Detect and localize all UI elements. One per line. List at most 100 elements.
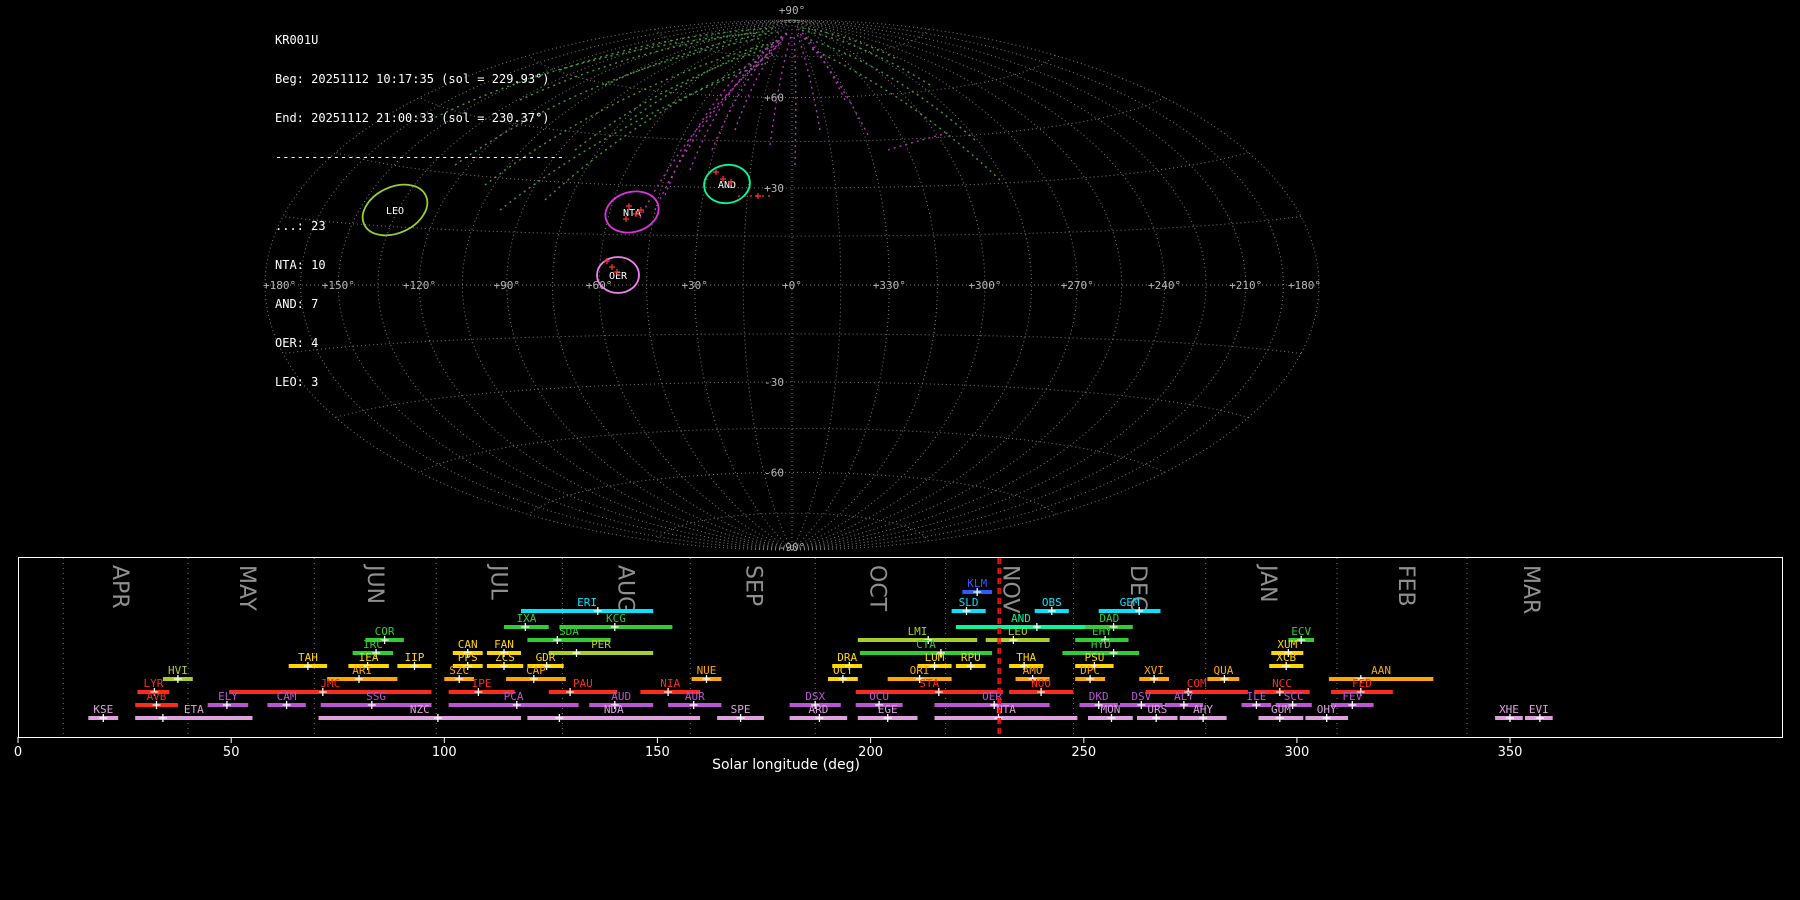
activity-timeline: APR MAY JUN JUL AUG SEP OCT NOV DEC JAN FEB MARKLME… — [14, 557, 1783, 773]
x-tick-label: 150 — [645, 745, 670, 760]
shower-bar-label: ERI — [577, 596, 597, 609]
info-panel: KR001U Beg: 20251112 10:17:35 (sol = 229… — [275, 8, 564, 441]
shower-bar-label: SLD — [959, 596, 979, 609]
shower-bar-label: PCA — [504, 690, 524, 703]
count-leo: LEO: 3 — [275, 375, 319, 389]
count-nta: NTA: 10 — [275, 258, 326, 272]
meteor-trail — [799, 29, 931, 86]
count-sporadic: ...: 23 — [275, 219, 326, 233]
shower-counts: ...: 23 NTA: 10 AND: 7 OER: 4 LEO: 3 — [275, 194, 564, 415]
shower-bar-label: DAD — [1099, 612, 1119, 625]
x-tick-label: 350 — [1498, 745, 1523, 760]
shower-bar-label: CTA — [916, 638, 936, 651]
shower-bar-label: ZCS — [495, 651, 515, 664]
lat-tick-label: -30 — [764, 376, 784, 389]
shower-bar-label: NDA — [604, 703, 624, 716]
shower-bar-label: LMI — [908, 625, 928, 638]
shower-bar-label: URS — [1147, 703, 1167, 716]
month-label: FEB — [1393, 565, 1418, 607]
shower-bar-label: ARI — [352, 664, 372, 677]
lat-tick-label: +30 — [764, 182, 784, 195]
lon-tick-label: +240° — [1148, 279, 1181, 292]
shower-bar-label: XUM — [1277, 638, 1297, 651]
shower-bar-label: SDA — [559, 625, 579, 638]
shower-label-oer: OER — [609, 271, 628, 282]
shower-bar-label: ELY — [218, 690, 238, 703]
month-label: OCT — [864, 565, 889, 612]
shower-bar-label: SCC — [1284, 690, 1304, 703]
shower-bar-label: EHY — [1092, 625, 1112, 638]
shower-bar-label: IEA — [359, 651, 379, 664]
lat-tick-label: -60 — [764, 466, 784, 479]
shower-bar-label: XHE — [1499, 703, 1519, 716]
x-tick-label: 100 — [432, 745, 457, 760]
lat-tick-label: +60 — [764, 92, 784, 105]
peak-marker — [555, 714, 564, 722]
shower-bar-label: LYR — [143, 677, 163, 690]
shower-bar-label: SSG — [366, 690, 386, 703]
peak-marker — [1109, 649, 1118, 657]
x-tick-label: 200 — [858, 745, 883, 760]
shower-bar-label: FED — [1352, 677, 1372, 690]
shower-bar-label: GEM — [1120, 596, 1140, 609]
month-label: NOV — [997, 565, 1022, 613]
sky-grid-meridian — [791, 19, 1284, 551]
lon-tick-label: +210° — [1229, 279, 1262, 292]
station-id: KR001U — [275, 33, 319, 47]
month-label: APR — [107, 565, 132, 609]
meteor-trail — [809, 47, 1001, 181]
lat-tick-label: +90° — [779, 4, 806, 17]
sky-map: +180° +150° +120° +90° +60° +30° +0° +330° +300°… — [263, 4, 1321, 554]
x-tick-label: 0 — [14, 745, 22, 760]
shower-bar-label: PAU — [573, 677, 593, 690]
lon-tick-label: +330° — [873, 279, 906, 292]
shower-bar-label: GUM — [1271, 703, 1291, 716]
x-tick-label: 300 — [1284, 745, 1309, 760]
month-label: MAR — [1518, 565, 1543, 614]
shower-bar-label: PER — [591, 638, 611, 651]
shower-bar-label: MON — [1100, 703, 1120, 716]
meteor-mark — [755, 193, 761, 199]
count-oer: OER: 4 — [275, 336, 319, 350]
shower-bar-label: ETA — [184, 703, 204, 716]
meteor-trail — [769, 32, 793, 146]
shower-bar-label: LEO — [1008, 625, 1028, 638]
obs-end: End: 20251112 21:00:33 (sol = 230.37°) — [275, 111, 550, 125]
lat-tick-label: -90° — [779, 541, 806, 554]
shower-bar-label: STA — [919, 677, 939, 690]
x-tick-label: 50 — [223, 745, 240, 760]
meteor-mark — [609, 264, 615, 270]
shower-bar-label: EVI — [1529, 703, 1549, 716]
shower-bar-label: KCG — [606, 612, 626, 625]
shower-bar-label: NIA — [660, 677, 680, 690]
lon-tick-label: +300° — [968, 279, 1001, 292]
month-label: MAY — [234, 565, 259, 611]
meteor-trail — [793, 33, 797, 166]
shower-bar-label: GDR — [536, 651, 556, 664]
meteor-trail — [629, 39, 783, 121]
meteor-trail — [734, 30, 791, 131]
month-label: JAN — [1255, 563, 1280, 603]
obs-begin: Beg: 20251112 10:17:35 (sol = 229.93°) — [275, 72, 550, 86]
meteor-trail — [664, 35, 784, 196]
shower-bar-label: NZC — [410, 703, 430, 716]
shower-bar-label: QUA — [1213, 664, 1233, 677]
month-label: SEP — [740, 565, 765, 606]
shower-bar-label: AND — [1011, 612, 1031, 625]
meteor-trail — [887, 131, 953, 151]
lon-tick-label: +180° — [1288, 279, 1321, 292]
shower-bar-label: IPE — [472, 677, 492, 690]
shower-bar-label: ARD — [808, 703, 828, 716]
shower-bar-label: AAN — [1371, 664, 1391, 677]
peak-marker — [1032, 623, 1041, 631]
meteor-trail — [544, 54, 774, 201]
count-and: AND: 7 — [275, 297, 319, 311]
lon-tick-label: +30° — [681, 279, 708, 292]
peak-marker — [158, 714, 167, 722]
lon-tick-label: +0° — [782, 279, 802, 292]
shower-bar-label: IXA — [516, 612, 536, 625]
month-label: AUG — [613, 565, 638, 613]
peak-marker — [572, 649, 581, 657]
meteor-trail — [796, 26, 896, 59]
month-label: JUN — [362, 563, 387, 604]
